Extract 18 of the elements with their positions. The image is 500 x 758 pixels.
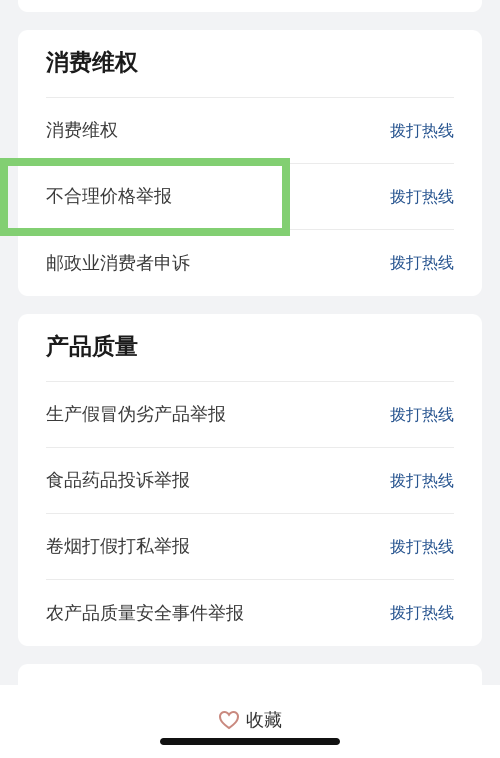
item-label: 消费维权 <box>46 119 118 143</box>
item-label: 食品药品投诉举报 <box>46 469 190 493</box>
call-hotline-link[interactable]: 拨打热线 <box>390 184 454 208</box>
item-label: 农产品质量安全事件举报 <box>46 602 244 626</box>
call-hotline-link[interactable]: 拨打热线 <box>390 402 454 426</box>
item-label: 邮政业消费者申诉 <box>46 252 190 276</box>
call-hotline-link[interactable]: 拨打热线 <box>390 251 454 275</box>
item-label: 不合理价格举报 <box>46 185 172 209</box>
section-title: 消费维权 <box>46 30 454 98</box>
section-title: 产品质量 <box>46 314 454 382</box>
item-label: 卷烟打假打私举报 <box>46 535 190 559</box>
favorite-button[interactable]: 收藏 <box>218 707 282 733</box>
heart-icon <box>218 710 240 730</box>
call-hotline-link[interactable]: 拨打热线 <box>390 468 454 492</box>
item-label: 生产假冒伪劣产品举报 <box>46 403 226 427</box>
call-hotline-link[interactable]: 拨打热线 <box>390 601 454 625</box>
call-hotline-link[interactable]: 拨打热线 <box>390 118 454 142</box>
call-hotline-link[interactable]: 拨打热线 <box>390 534 454 558</box>
